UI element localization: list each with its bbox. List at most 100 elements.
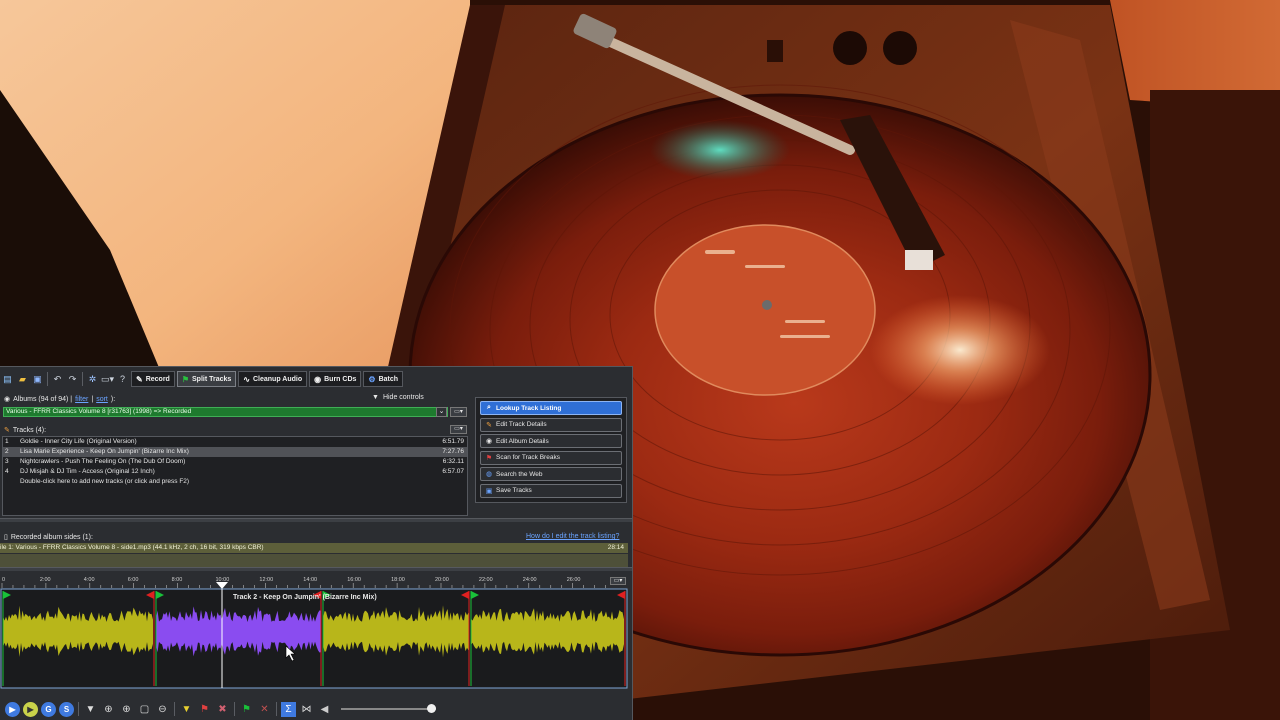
album-menu-button[interactable]: ▭▾ <box>450 407 467 417</box>
zoom-out-icon[interactable]: ⊖ <box>155 702 170 717</box>
undo-icon[interactable]: ↶ <box>51 373 64 386</box>
playback-toolbar: ▶ ▶ G S ▼ ⊕ ⊕ ▢ ⊖ ▼ ⚑ ✖ ⚑ ✕ Σ ⋈ ◀ <box>0 697 632 720</box>
albums-label: Albums (94 of 94) | <box>13 395 73 403</box>
file-icon: ▯ <box>4 534 8 541</box>
waveform-track[interactable] <box>323 605 469 658</box>
search-web-button[interactable]: ◍ Search the Web <box>480 467 622 482</box>
splitter-handle[interactable] <box>0 567 632 571</box>
tab-record[interactable]: ✎ Record <box>131 371 175 387</box>
settings-gear-icon[interactable]: ✲ <box>86 373 99 386</box>
timeline-tick-label: 26:00 <box>567 577 581 583</box>
redo-icon[interactable]: ↷ <box>66 373 79 386</box>
hide-controls-toggle[interactable]: ▼ Hide controls <box>372 394 424 401</box>
track-duration: 6:51.79 <box>442 438 464 445</box>
disc-icon: ◉ <box>485 438 493 446</box>
new-icon[interactable]: ▤ <box>1 373 14 386</box>
track-number: 4 <box>5 468 9 475</box>
albums-suffix: ): <box>110 395 116 403</box>
delete-marker-icon[interactable]: ✖ <box>215 702 230 717</box>
skip-icon[interactable]: S <box>59 701 74 717</box>
tab-label: Split Tracks <box>192 375 232 383</box>
pencil-icon: ✎ <box>486 421 492 429</box>
tab-burn-cds[interactable]: ◉ Burn CDs <box>309 371 362 387</box>
current-track-label: Track 2 - Keep On Jumpin' (Bizarre Inc M… <box>233 594 377 601</box>
button-label: Scan for Track Breaks <box>496 454 560 462</box>
tab-batch[interactable]: ⚙ Batch <box>363 371 404 387</box>
timeline-tick-label: 16:00 <box>347 577 361 583</box>
track-duration: 6:57.07 <box>442 468 464 475</box>
toolbar-separator <box>174 702 175 716</box>
timeline-tick-label: 20:00 <box>435 577 449 583</box>
volume-slider[interactable] <box>341 704 436 714</box>
help-icon[interactable]: ? <box>116 373 129 386</box>
albums-sort-link[interactable]: sort <box>96 396 108 403</box>
track-title: Goldie - Inner City Life (Original Versi… <box>20 438 137 445</box>
tab-split-tracks[interactable]: ⚑ Split Tracks <box>176 371 237 387</box>
sum-icon[interactable]: Σ <box>281 701 296 717</box>
chevron-down-icon[interactable]: ⌄ <box>436 407 447 417</box>
edit-track-listing-help-link[interactable]: How do I edit the track listing? <box>526 533 619 540</box>
volume-slider-thumb[interactable] <box>427 704 436 713</box>
track-row[interactable]: 4 DJ Misjah & DJ Tim - Access (Original … <box>3 467 467 477</box>
track-title: Lisa Marie Experience - Keep On Jumpin' … <box>20 448 189 455</box>
albums-separator: | <box>91 395 94 403</box>
volume-icon[interactable]: ◀ <box>317 702 332 717</box>
toolbar-separator <box>276 702 277 716</box>
tracks-label: Tracks (4): <box>12 426 47 434</box>
fit-width-icon[interactable]: ⋈ <box>299 702 314 717</box>
waveform-editor[interactable]: 0 2:00 4:00 6:00 8:00 10:00 12:00 14:00 16:00 18:… <box>0 574 629 689</box>
tab-label: Record <box>145 375 170 383</box>
save-tracks-button[interactable]: ▣ Save Tracks <box>480 483 622 498</box>
goto-icon[interactable]: G <box>41 701 56 717</box>
timeline-tick-label: 8:00 <box>172 577 183 583</box>
track-row-selected[interactable]: 2 Lisa Marie Experience - Keep On Jumpin… <box>3 447 467 457</box>
tab-label: Batch <box>378 375 399 383</box>
edit-album-details-button[interactable]: ◉ Edit Album Details <box>480 434 622 449</box>
open-folder-icon[interactable]: ▰ <box>16 373 29 386</box>
recorded-list-empty-area <box>0 554 628 567</box>
play-selection-icon[interactable]: ▶ <box>23 701 38 717</box>
hide-controls-label: Hide controls <box>382 394 424 401</box>
track-row[interactable]: 3 Nightcrawlers - Push The Feeling On (T… <box>3 457 467 467</box>
splitter-handle[interactable] <box>0 518 632 522</box>
tab-cleanup-audio[interactable]: ∿ Cleanup Audio <box>238 371 308 387</box>
split-icon: ⚑ <box>181 374 189 384</box>
button-label: Edit Album Details <box>496 437 549 445</box>
folder-menu-icon[interactable]: ▭▾ <box>101 373 114 386</box>
save-icon[interactable]: ▣ <box>31 373 44 386</box>
triangle-down-icon: ▼ <box>372 394 379 401</box>
filter-icon[interactable]: ▼ <box>83 702 98 717</box>
save-icon: ▣ <box>485 487 493 495</box>
tracks-menu-button[interactable]: ▭▾ <box>450 425 467 434</box>
timeline-tick-label: 12:00 <box>259 577 273 583</box>
track-row[interactable]: 1 Goldie - Inner City Life (Original Ver… <box>3 437 467 447</box>
toolbar-separator <box>78 702 79 716</box>
add-marker-icon[interactable]: ⊕ <box>101 702 116 717</box>
play-icon[interactable]: ▶ <box>5 701 20 717</box>
album-select[interactable]: Various - FFRR Classics Volume 8 [r31763… <box>3 407 448 417</box>
merge-icon[interactable]: ✕ <box>257 702 272 717</box>
split-marker-icon[interactable]: ⚑ <box>197 702 212 717</box>
timeline-menu-button[interactable]: ▭▾ <box>610 577 626 585</box>
button-label: Save Tracks <box>496 487 532 495</box>
add-track-hint[interactable]: Double-click here to add new tracks (or … <box>3 477 467 487</box>
timeline-tick-label: 24:00 <box>523 577 537 583</box>
tab-label: Cleanup Audio <box>253 375 303 383</box>
toolbar-separator <box>47 372 48 386</box>
scan-track-breaks-button[interactable]: ⚑ Scan for Track Breaks <box>480 450 622 465</box>
zoom-in-icon[interactable]: ⊕ <box>119 702 134 717</box>
start-track-flag-icon[interactable]: ⚑ <box>239 702 254 717</box>
timeline-tick-label: 0 <box>2 577 5 583</box>
edit-track-details-button[interactable]: ✎ Edit Track Details <box>480 417 622 432</box>
vinyl-studio-window: ▤ ▰ ▣ ↶ ↷ ✲ ▭▾ ? ✎ Record ⚑ Split Tracks… <box>0 366 633 720</box>
track-actions-panel: ⌕ Lookup Track Listing ✎ Edit Track Deta… <box>475 397 627 503</box>
lookup-track-listing-button[interactable]: ⌕ Lookup Track Listing <box>480 401 622 415</box>
albums-filter-link[interactable]: filter <box>75 396 88 403</box>
button-label: Edit Track Details <box>496 421 547 429</box>
recorded-file-row[interactable]: ile 1: Various - FFRR Classics Volume 8 … <box>0 543 628 553</box>
volume-slider-track <box>341 708 436 710</box>
marker-down-icon[interactable]: ▼ <box>179 702 194 717</box>
globe-icon: ◍ <box>485 471 493 479</box>
search-icon: ⌕ <box>487 404 491 411</box>
zoom-fit-icon[interactable]: ▢ <box>137 702 152 717</box>
